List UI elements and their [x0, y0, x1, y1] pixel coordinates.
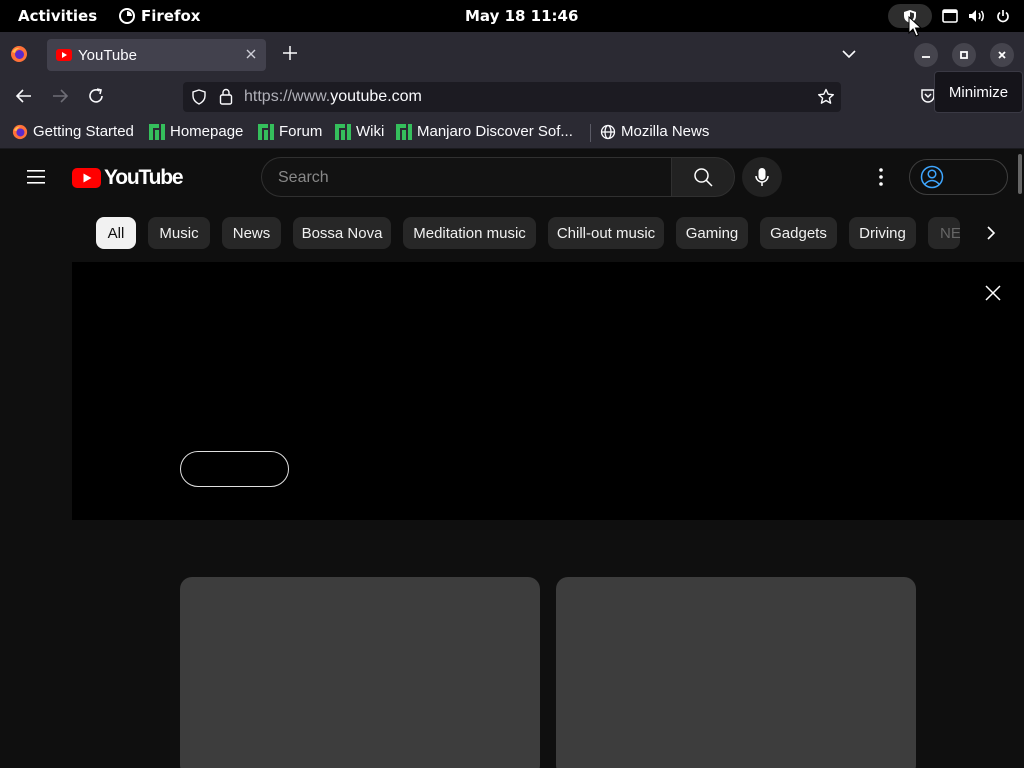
tab-strip: YouTube — [0, 32, 1024, 76]
volume-icon[interactable] — [968, 9, 986, 23]
more-options-icon[interactable] — [871, 166, 891, 188]
forward-arrow-icon[interactable] — [50, 86, 70, 106]
manjaro-icon — [258, 123, 274, 140]
hamburger-menu-icon[interactable] — [26, 168, 46, 186]
search-box[interactable] — [261, 157, 671, 197]
youtube-play-icon — [72, 168, 101, 188]
url-text[interactable]: https://www.youtube.com — [244, 88, 422, 106]
category-chips: All Music News Bossa Nova Meditation mus… — [0, 216, 1024, 250]
sign-in-button[interactable] — [909, 159, 1008, 195]
close-icon[interactable] — [984, 284, 1002, 302]
address-bar[interactable]: https://www.youtube.com — [183, 82, 841, 112]
bookmarks-toolbar: Getting Started Homepage Forum Wiki Manj… — [0, 116, 1024, 149]
new-tab-icon[interactable] — [281, 44, 299, 62]
bookmark-separator — [590, 124, 591, 142]
youtube-header: YouTube — [0, 149, 1024, 205]
firefox-view-button[interactable] — [10, 45, 28, 68]
chip-ne[interactable]: NE — [928, 217, 960, 249]
maximize-icon — [960, 51, 968, 59]
manjaro-icon — [335, 123, 351, 140]
close-tab-icon[interactable] — [244, 47, 258, 61]
app-name: Firefox — [141, 7, 201, 25]
power-icon[interactable] — [996, 9, 1010, 23]
youtube-logo[interactable]: YouTube — [72, 166, 184, 190]
firefox-icon — [119, 8, 135, 24]
globe-icon — [600, 124, 616, 139]
manjaro-icon — [396, 123, 412, 140]
activities-button[interactable]: Activities — [18, 7, 97, 25]
url-prefix: https://www. — [244, 88, 331, 105]
system-tray[interactable] — [888, 4, 1010, 28]
bookmark-label: Mozilla News — [621, 123, 710, 140]
close-window-button[interactable] — [990, 43, 1014, 67]
system-top-bar: Activities Firefox May 18 11:46 — [0, 0, 1024, 32]
microphone-icon — [755, 168, 769, 186]
bookmark-label: Manjaro Discover Sof... — [417, 123, 573, 140]
chip-all[interactable]: All — [96, 217, 136, 249]
bookmark-mozilla-news[interactable]: Mozilla News — [600, 123, 709, 140]
youtube-page: YouTube All Music News Bossa Nova Medita… — [0, 149, 1024, 768]
screen-icon[interactable] — [942, 9, 958, 23]
app-menu[interactable]: Firefox — [119, 7, 200, 25]
url-domain: youtube.com — [330, 88, 422, 105]
youtube-favicon-icon — [56, 49, 72, 61]
voice-search-button[interactable] — [742, 157, 782, 197]
bookmark-wiki[interactable]: Wiki — [335, 123, 384, 140]
chip-gaming[interactable]: Gaming — [676, 217, 748, 249]
youtube-wordmark: YouTube — [104, 166, 184, 189]
tracking-protection-icon[interactable] — [191, 89, 207, 105]
chevron-right-icon[interactable] — [982, 224, 1000, 242]
chip-news[interactable]: News — [222, 217, 281, 249]
firefox-logo-icon — [11, 46, 27, 62]
minimize-tooltip: Minimize — [934, 71, 1023, 113]
chip-meditation-music[interactable]: Meditation music — [403, 217, 536, 249]
bookmark-label: Getting Started — [33, 123, 134, 140]
list-all-tabs-icon[interactable] — [841, 46, 857, 62]
clock[interactable]: May 18 11:46 — [465, 7, 578, 25]
reload-icon[interactable] — [86, 86, 106, 106]
minimize-icon — [922, 56, 930, 58]
page-scrollbar[interactable] — [1018, 154, 1022, 194]
search-button[interactable] — [671, 157, 735, 197]
bookmark-forum[interactable]: Forum — [258, 123, 322, 140]
back-arrow-icon[interactable] — [14, 86, 34, 106]
search-input[interactable] — [278, 167, 648, 189]
lock-icon[interactable] — [219, 88, 233, 105]
chip-gadgets[interactable]: Gadgets — [760, 217, 837, 249]
video-thumbnail-placeholder[interactable] — [180, 577, 540, 768]
chip-driving[interactable]: Driving — [849, 217, 916, 249]
bookmark-manjaro-discover[interactable]: Manjaro Discover Sof... — [396, 123, 573, 140]
bookmark-label: Wiki — [356, 123, 385, 140]
minimize-button[interactable] — [914, 43, 938, 67]
firefox-logo-icon — [12, 124, 28, 139]
tab-youtube[interactable]: YouTube — [47, 39, 266, 71]
chip-bossa-nova[interactable]: Bossa Nova — [293, 217, 391, 249]
banner-action-button[interactable] — [180, 451, 289, 487]
mouse-cursor-icon — [908, 16, 923, 37]
account-icon — [920, 165, 944, 189]
close-icon — [998, 51, 1006, 59]
manjaro-icon — [149, 123, 165, 140]
bookmark-getting-started[interactable]: Getting Started — [12, 123, 134, 140]
bookmark-star-icon[interactable] — [817, 88, 835, 106]
bookmark-homepage[interactable]: Homepage — [149, 123, 243, 140]
video-thumbnail-placeholder[interactable] — [556, 577, 916, 768]
maximize-button[interactable] — [952, 43, 976, 67]
promo-banner — [72, 262, 1024, 520]
navigation-toolbar: https://www.youtube.com — [0, 76, 1024, 116]
bookmark-label: Homepage — [170, 123, 244, 140]
search-icon — [694, 168, 713, 187]
chip-music[interactable]: Music — [148, 217, 210, 249]
bookmark-label: Forum — [279, 123, 323, 140]
chip-chill-out-music[interactable]: Chill-out music — [548, 217, 664, 249]
tab-title: YouTube — [78, 46, 137, 64]
